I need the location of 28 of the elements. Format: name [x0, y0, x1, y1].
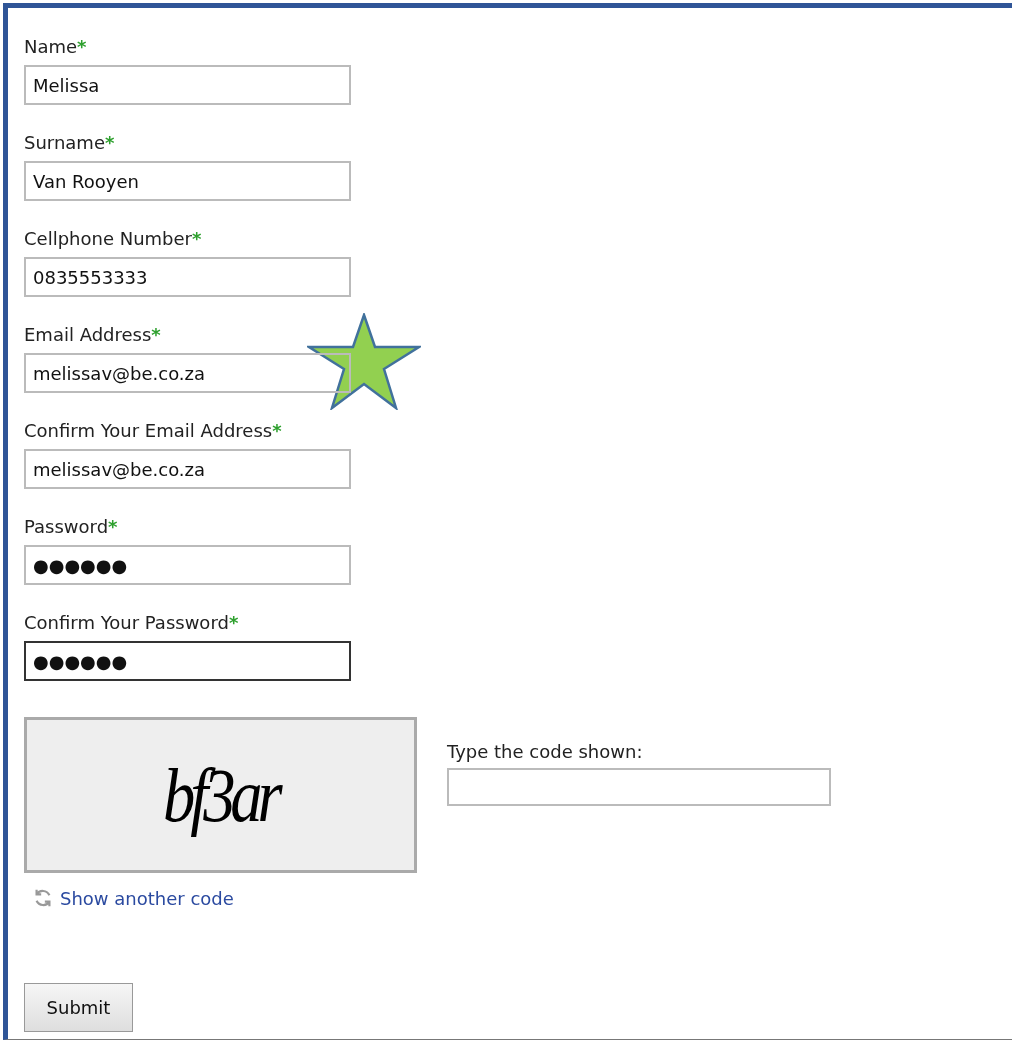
- code-input-field[interactable]: [447, 768, 831, 806]
- star-icon: [307, 313, 421, 410]
- field-label: Name: [24, 35, 78, 57]
- refresh-icon[interactable]: [32, 887, 54, 909]
- field-label: Password: [24, 515, 109, 537]
- required-mark: *: [228, 611, 239, 633]
- input-field[interactable]: melissav@be.co.za: [24, 353, 351, 393]
- field-label: Cellphone Number: [24, 227, 192, 249]
- field-label: Confirm Your Password: [24, 611, 229, 633]
- input-field[interactable]: ●●●●●●: [24, 641, 351, 681]
- submit-button[interactable]: Submit: [24, 983, 133, 1032]
- field-label: Email Address: [24, 323, 152, 345]
- required-mark: *: [104, 131, 115, 153]
- field-label: Confirm Your Email Address: [24, 419, 273, 441]
- input-field[interactable]: melissav@be.co.za: [24, 449, 351, 489]
- field-label: Surname: [24, 131, 105, 153]
- required-mark: *: [192, 227, 202, 249]
- input-field[interactable]: ●●●●●●: [24, 545, 351, 585]
- captcha-code: bf3ar: [163, 751, 278, 839]
- show-another-code-link[interactable]: Show another code: [60, 887, 234, 909]
- required-mark: *: [272, 419, 282, 441]
- input-field[interactable]: 0835553333: [24, 257, 351, 297]
- input-field[interactable]: Van Rooyen: [24, 161, 351, 201]
- required-mark: *: [151, 323, 161, 345]
- code-label: Type the code shown:: [447, 741, 644, 762]
- required-mark: *: [77, 35, 87, 57]
- input-field[interactable]: Melissa: [24, 65, 351, 105]
- required-mark: *: [108, 515, 118, 537]
